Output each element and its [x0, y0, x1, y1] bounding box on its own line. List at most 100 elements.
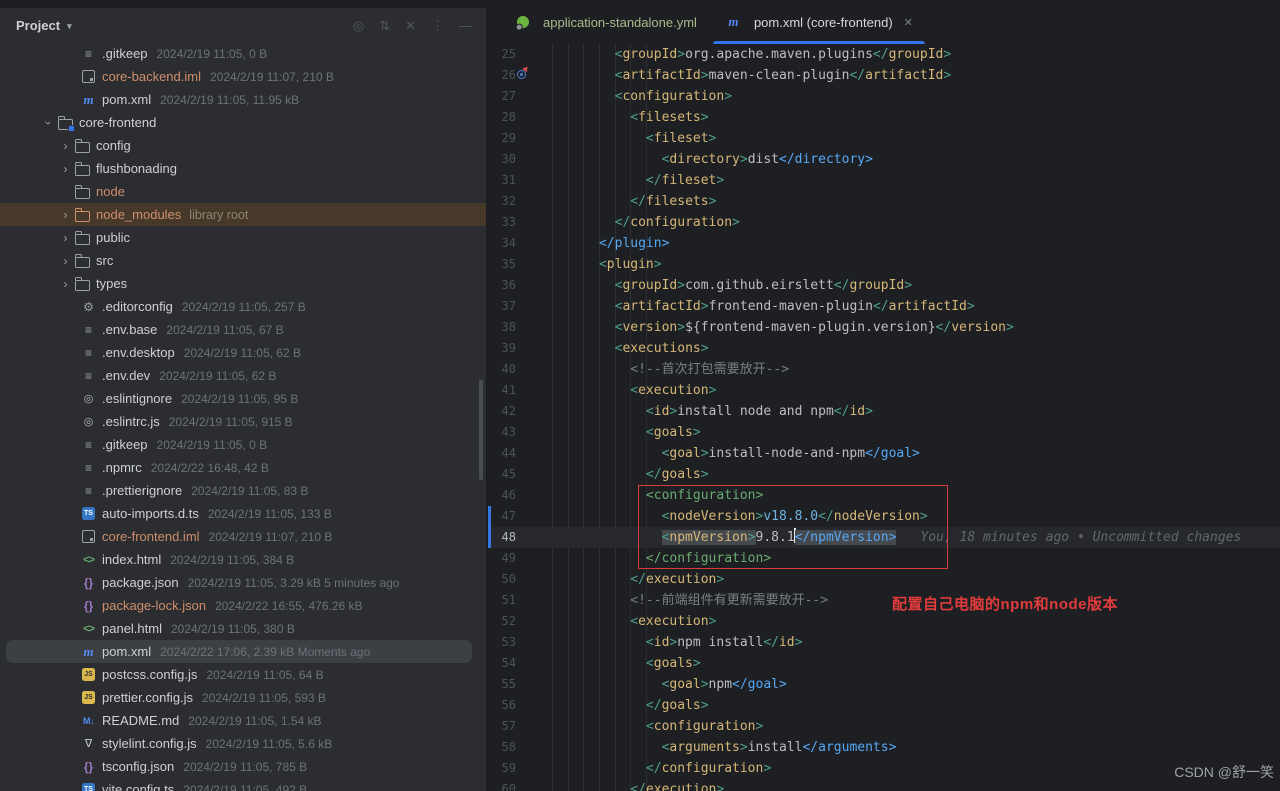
tree-item-label: .env.dev — [102, 368, 150, 383]
code-line-46[interactable]: 46 <configuration> — [488, 485, 1280, 506]
line-number: 48 — [488, 527, 526, 548]
code-line-45[interactable]: 45 </goals> — [488, 464, 1280, 485]
locate-file-icon[interactable]: ◎ — [353, 19, 364, 32]
tree-item-core-frontend-iml[interactable]: core-frontend.iml2024/2/19 11:07, 210 B — [0, 525, 486, 548]
tree-item--gitkeep[interactable]: ≡.gitkeep2024/2/19 11:05, 0 B — [0, 433, 486, 456]
tab-application-standalone-yml[interactable]: application-standalone.yml — [500, 0, 711, 44]
code-line-38[interactable]: 38 <version>${frontend-maven-plugin.vers… — [488, 317, 1280, 338]
tree-item--eslintrc-js[interactable]: ◎.eslintrc.js2024/2/19 11:05, 915 B — [0, 410, 486, 433]
code-line-60[interactable]: 60 </execution> — [488, 779, 1280, 791]
code-line-31[interactable]: 31 </fileset> — [488, 170, 1280, 191]
maven-icon: m — [80, 92, 97, 108]
code-line-28[interactable]: 28 <filesets> — [488, 107, 1280, 128]
tree-item-node[interactable]: node — [0, 180, 486, 203]
tree-item--eslintignore[interactable]: ◎.eslintignore2024/2/19 11:05, 95 B — [0, 387, 486, 410]
chevron-expanded-icon[interactable]: › — [42, 114, 56, 131]
project-tool-window-selector[interactable]: Project ▾ — [16, 18, 72, 33]
tree-item--env-desktop[interactable]: ≡.env.desktop2024/2/19 11:05, 62 B — [0, 341, 486, 364]
code-line-40[interactable]: 40 <!--首次打包需要放开--> — [488, 359, 1280, 380]
tree-scrollbar-thumb[interactable] — [479, 380, 483, 480]
tree-item-package-json[interactable]: {}package.json2024/2/19 11:05, 3.29 kB 5… — [0, 571, 486, 594]
code-line-51[interactable]: 51 <!--前端组件有更新需要放开--> — [488, 590, 1280, 611]
tree-item-postcss-config-js[interactable]: JSpostcss.config.js2024/2/19 11:05, 64 B — [0, 663, 486, 686]
line-number: 44 — [488, 443, 526, 464]
tree-item-config[interactable]: ›config — [0, 134, 486, 157]
tree-item-stylelint-config-js[interactable]: ∇stylelint.config.js2024/2/19 11:05, 5.6… — [0, 732, 486, 755]
code-line-43[interactable]: 43 <goals> — [488, 422, 1280, 443]
code-line-52[interactable]: 52 <execution> — [488, 611, 1280, 632]
tree-item-vite-config-ts[interactable]: TSvite.config.ts2024/2/19 11:05, 492 B — [0, 778, 486, 791]
tree-item-src[interactable]: ›src — [0, 249, 486, 272]
chevron-collapsed-icon[interactable]: › — [57, 231, 74, 245]
code-editor[interactable]: 配置自己电脑的npm和node版本 25 <groupId>org.apache… — [488, 44, 1280, 791]
module-folder-icon — [57, 115, 74, 131]
code-line-33[interactable]: 33 </configuration> — [488, 212, 1280, 233]
chevron-collapsed-icon[interactable]: › — [57, 277, 74, 291]
code-line-39[interactable]: 39 <executions> — [488, 338, 1280, 359]
tree-item-core-backend-iml[interactable]: core-backend.iml2024/2/19 11:07, 210 B — [0, 65, 486, 88]
tree-item-readme-md[interactable]: M↓README.md2024/2/19 11:05, 1.54 kB — [0, 709, 486, 732]
tree-item-auto-imports-d-ts[interactable]: TSauto-imports.d.ts2024/2/19 11:05, 133 … — [0, 502, 486, 525]
chevron-collapsed-icon[interactable]: › — [57, 162, 74, 176]
tree-item-package-lock-json[interactable]: {}package-lock.json2024/2/22 16:55, 476.… — [0, 594, 486, 617]
code-text: <configuration> — [526, 86, 732, 107]
tree-item-tsconfig-json[interactable]: {}tsconfig.json2024/2/19 11:05, 785 B — [0, 755, 486, 778]
code-line-36[interactable]: 36 <groupId>com.github.eirslett</groupId… — [488, 275, 1280, 296]
code-line-27[interactable]: 27 <configuration> — [488, 86, 1280, 107]
chevron-collapsed-icon[interactable]: › — [57, 254, 74, 268]
code-line-34[interactable]: 34 </plugin> — [488, 233, 1280, 254]
tree-item-pom-xml[interactable]: mpom.xml2024/2/22 17:06, 2.39 kB Moments… — [0, 640, 486, 663]
tree-item-node-modules[interactable]: ›node_moduleslibrary root — [0, 203, 486, 226]
chevron-collapsed-icon[interactable]: › — [57, 139, 74, 153]
code-line-26[interactable]: 26 <artifactId>maven-clean-plugin</artif… — [488, 65, 1280, 86]
plugin-gutter-icon[interactable] — [517, 70, 526, 79]
tree-item-types[interactable]: ›types — [0, 272, 486, 295]
code-line-56[interactable]: 56 </goals> — [488, 695, 1280, 716]
code-line-47[interactable]: 47 <nodeVersion>v18.8.0</nodeVersion> — [488, 506, 1280, 527]
code-line-55[interactable]: 55 <goal>npm</goal> — [488, 674, 1280, 695]
tree-item-public[interactable]: ›public — [0, 226, 486, 249]
expand-collapse-icon[interactable]: ⇅ — [379, 19, 390, 32]
tree-item-panel-html[interactable]: <>panel.html2024/2/19 11:05, 380 B — [0, 617, 486, 640]
code-line-41[interactable]: 41 <execution> — [488, 380, 1280, 401]
tree-item-index-html[interactable]: <>index.html2024/2/19 11:05, 384 B — [0, 548, 486, 571]
collapse-all-icon[interactable]: ✕ — [405, 19, 416, 32]
code-line-42[interactable]: 42 <id>install node and npm</id> — [488, 401, 1280, 422]
code-line-48[interactable]: 48 <npmVersion>9.8.1</npmVersion>You, 18… — [488, 527, 1280, 548]
code-line-53[interactable]: 53 <id>npm install</id> — [488, 632, 1280, 653]
code-line-49[interactable]: 49 </configuration> — [488, 548, 1280, 569]
more-options-icon[interactable]: ⋮ — [431, 19, 444, 32]
code-line-29[interactable]: 29 <fileset> — [488, 128, 1280, 149]
code-line-50[interactable]: 50 </execution> — [488, 569, 1280, 590]
code-line-37[interactable]: 37 <artifactId>frontend-maven-plugin</ar… — [488, 296, 1280, 317]
code-line-35[interactable]: 35 <plugin> — [488, 254, 1280, 275]
folder-icon — [74, 253, 91, 269]
tab-label: pom.xml (core-frontend) — [754, 15, 893, 30]
line-number: 43 — [488, 422, 526, 443]
tree-item-flushbonading[interactable]: ›flushbonading — [0, 157, 486, 180]
tree-item--env-base[interactable]: ≡.env.base2024/2/19 11:05, 67 B — [0, 318, 486, 341]
code-line-54[interactable]: 54 <goals> — [488, 653, 1280, 674]
chevron-collapsed-icon[interactable]: › — [57, 208, 74, 222]
tree-item-core-frontend[interactable]: ›core-frontend — [0, 111, 486, 134]
code-line-30[interactable]: 30 <directory>dist</directory> — [488, 149, 1280, 170]
tree-item--gitkeep[interactable]: ≡.gitkeep2024/2/19 11:05, 0 B — [0, 42, 486, 65]
tree-item--env-dev[interactable]: ≡.env.dev2024/2/19 11:05, 62 B — [0, 364, 486, 387]
code-line-25[interactable]: 25 <groupId>org.apache.maven.plugins</gr… — [488, 44, 1280, 65]
tree-item--editorconfig[interactable]: ⚙.editorconfig2024/2/19 11:05, 257 B — [0, 295, 486, 318]
code-line-58[interactable]: 58 <arguments>install</arguments> — [488, 737, 1280, 758]
code-line-59[interactable]: 59 </configuration> — [488, 758, 1280, 779]
vcs-change-marker — [488, 506, 491, 548]
tree-item-prettier-config-js[interactable]: JSprettier.config.js2024/2/19 11:05, 593… — [0, 686, 486, 709]
code-line-32[interactable]: 32 </filesets> — [488, 191, 1280, 212]
tree-item-pom-xml[interactable]: mpom.xml2024/2/19 11:05, 11.95 kB — [0, 88, 486, 111]
hide-panel-icon[interactable]: — — [459, 19, 472, 32]
code-line-44[interactable]: 44 <goal>install-node-and-npm</goal> — [488, 443, 1280, 464]
file-meta: 2024/2/19 11:05, 1.54 kB — [188, 714, 321, 728]
close-tab-icon[interactable]: ✕ — [904, 16, 913, 29]
project-panel-header: Project ▾ ◎ ⇅ ✕ ⋮ — — [0, 8, 486, 42]
tree-item--prettierignore[interactable]: ≡.prettierignore2024/2/19 11:05, 83 B — [0, 479, 486, 502]
tree-item--npmrc[interactable]: ≡.npmrc2024/2/22 16:48, 42 B — [0, 456, 486, 479]
tab-pom-xml-core-frontend-[interactable]: mpom.xml (core-frontend)✕ — [711, 0, 927, 44]
code-line-57[interactable]: 57 <configuration> — [488, 716, 1280, 737]
